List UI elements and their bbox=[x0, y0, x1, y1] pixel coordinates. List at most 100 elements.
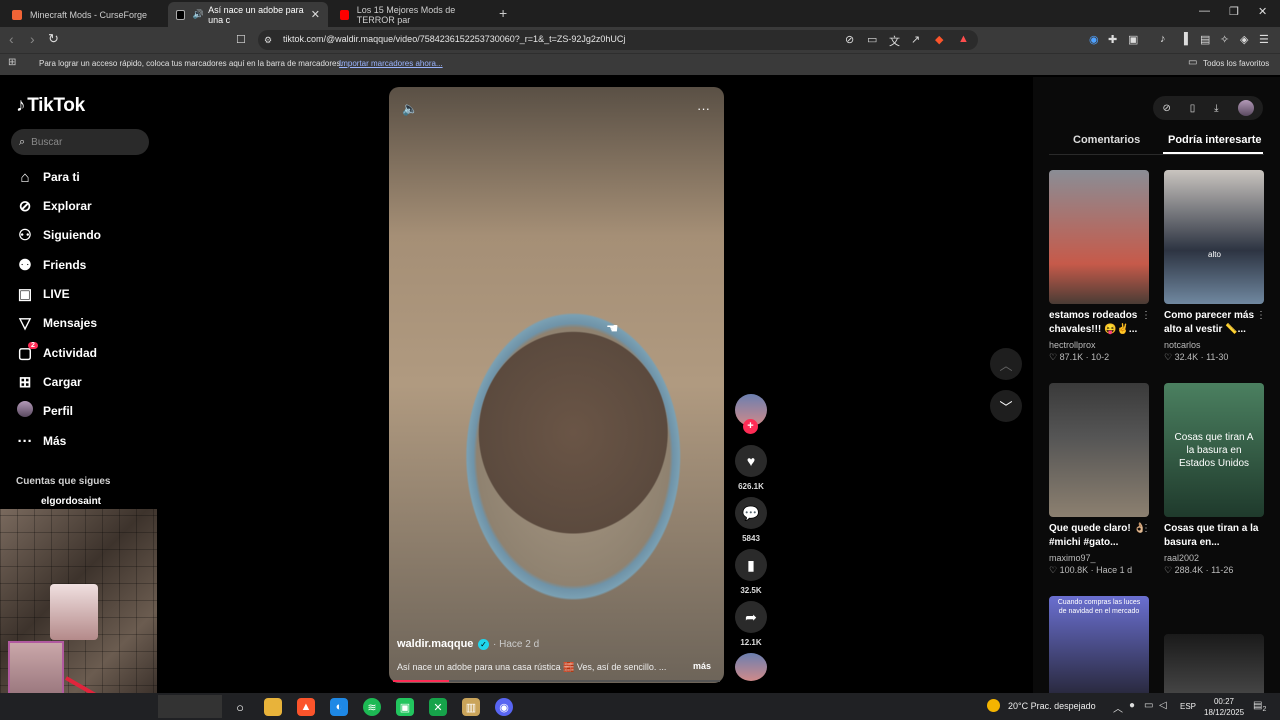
card-thumbnail[interactable]: Cuando compras las luces de navidad en e… bbox=[1049, 596, 1149, 693]
brave-browser-icon[interactable]: ▲ bbox=[297, 698, 315, 716]
sidebar-item-mensajes[interactable]: ▽ Mensajes bbox=[16, 312, 97, 334]
restore-icon[interactable]: ❐ bbox=[1229, 5, 1239, 18]
close-tab-icon[interactable]: ✕ bbox=[311, 8, 320, 21]
sidebar-item-label: Explorar bbox=[43, 199, 92, 213]
weather-text[interactable]: 20°C Prac. despejado bbox=[1008, 701, 1096, 711]
back-icon[interactable]: ‹ bbox=[9, 31, 14, 47]
sidebar-item-friends[interactable]: ⚉ Friends bbox=[16, 254, 86, 276]
sidebar-item-explorar[interactable]: ⊘ Explorar bbox=[16, 195, 92, 217]
card-user[interactable]: raal2002 bbox=[1164, 553, 1264, 563]
sidebar-item-actividad[interactable]: ▢ 2 Actividad bbox=[16, 342, 97, 364]
suggested-video-card[interactable]: Cosas que tiran A la basura en Estados U… bbox=[1164, 383, 1264, 576]
tab-youtube[interactable]: Los 15 Mejores Mods de TERROR par bbox=[332, 2, 492, 27]
file-explorer-icon[interactable] bbox=[264, 698, 282, 716]
screenshot-icon[interactable]: ▣ bbox=[1128, 33, 1138, 46]
sidebar-item-para-ti[interactable]: ⌂ Para ti bbox=[16, 166, 79, 188]
suggested-video-card[interactable]: Que quede claro! 👌🏼 #michi #gato... maxi… bbox=[1049, 383, 1151, 576]
vpn-icon[interactable]: ◈ bbox=[1240, 33, 1248, 46]
previous-video-button[interactable]: ︿ bbox=[990, 348, 1022, 380]
share-icon[interactable]: ↗ bbox=[911, 33, 920, 46]
volume-icon[interactable]: ◁ bbox=[1159, 700, 1167, 711]
notification-icon[interactable]: ▤2 bbox=[1253, 700, 1266, 713]
bookmark-icon: ▮ bbox=[747, 556, 755, 573]
apps-grid-icon[interactable]: ⊞ bbox=[8, 57, 16, 68]
app-icon[interactable]: ▣ bbox=[396, 698, 414, 716]
comment-button[interactable]: 💬 bbox=[735, 497, 767, 529]
sidebar-item-live[interactable]: ▣ LIVE bbox=[16, 283, 70, 305]
brave-rewards-icon[interactable]: ▲ bbox=[958, 33, 969, 45]
save-button[interactable]: ▮ bbox=[735, 549, 767, 581]
extensions-icon[interactable]: ✚ bbox=[1108, 33, 1117, 46]
video-player[interactable] bbox=[389, 87, 724, 683]
bookmark-icon[interactable]: ☐ bbox=[236, 33, 246, 46]
sidebar-icon[interactable]: ▐ bbox=[1180, 33, 1188, 45]
tab-comentarios[interactable]: Comentarios bbox=[1073, 134, 1140, 146]
task-view-icon[interactable]: ○ bbox=[231, 698, 249, 716]
user-avatar[interactable] bbox=[1237, 100, 1254, 116]
translate-icon[interactable]: 文 bbox=[889, 33, 900, 49]
card-user[interactable]: notcarlos bbox=[1164, 340, 1264, 350]
music-icon[interactable]: ♪ bbox=[1160, 33, 1166, 45]
phone-icon[interactable]: ▯ bbox=[1190, 103, 1196, 114]
cast-icon[interactable]: ▭ bbox=[867, 33, 877, 46]
tiktok-logo[interactable]: ♪ TikTok bbox=[16, 95, 85, 117]
caption-more-link[interactable]: más bbox=[693, 661, 711, 671]
tab-curseforge[interactable]: Minecraft Mods - CurseForge bbox=[4, 2, 164, 27]
share-button[interactable]: ➦ bbox=[735, 601, 767, 633]
brave-shield-icon[interactable]: ◆ bbox=[935, 33, 943, 46]
clock[interactable]: 00:27 18/12/2025 bbox=[1204, 696, 1244, 718]
app-icon[interactable]: ◐ bbox=[330, 698, 348, 716]
site-info-icon[interactable]: ⚙ bbox=[264, 35, 272, 46]
card-more-icon[interactable]: ⋮ bbox=[1141, 523, 1151, 534]
suggested-video-card[interactable]: estamos rodeados chavales!!! 😝✌️... hect… bbox=[1049, 170, 1151, 363]
chevron-up-icon: ︿ bbox=[999, 357, 1013, 373]
volume-icon[interactable]: 🔈 bbox=[402, 101, 418, 117]
chevron-up-icon[interactable]: ︿ bbox=[1113, 700, 1123, 715]
follow-plus-icon[interactable]: + bbox=[743, 419, 758, 434]
download-icon[interactable]: ⤓ bbox=[1214, 103, 1218, 114]
forward-icon[interactable]: › bbox=[30, 31, 35, 47]
search-input[interactable]: ⌕ Buscar bbox=[11, 129, 149, 155]
app-icon[interactable]: ✕ bbox=[429, 698, 447, 716]
url-text[interactable]: tiktok.com/@waldir.maqque/video/75842361… bbox=[283, 34, 625, 44]
tab-podria-interesarte[interactable]: Podría interesarte bbox=[1168, 134, 1262, 146]
wallet-icon[interactable]: ▤ bbox=[1200, 33, 1210, 46]
music-disc[interactable] bbox=[735, 653, 767, 681]
app-icon[interactable]: ▥ bbox=[462, 698, 480, 716]
sidebar-item-mas[interactable]: ··· Más bbox=[16, 430, 67, 452]
microphone-icon[interactable]: ● bbox=[1129, 700, 1135, 711]
no-tracking-icon[interactable]: ⊘ bbox=[845, 33, 854, 46]
new-tab-icon[interactable]: + bbox=[499, 5, 507, 21]
close-window-icon[interactable]: ✕ bbox=[1258, 5, 1267, 18]
compass-icon[interactable]: ⊘ bbox=[1162, 103, 1170, 114]
following-icon: ⚇ bbox=[18, 227, 32, 244]
card-more-icon[interactable]: ⋮ bbox=[1141, 310, 1151, 321]
reload-icon[interactable]: ↻ bbox=[48, 31, 59, 47]
menu-icon[interactable]: ☰ bbox=[1259, 33, 1269, 46]
home-icon: ⌂ bbox=[20, 168, 30, 186]
like-button[interactable]: ♥ bbox=[735, 445, 767, 477]
import-bookmarks-link[interactable]: Importar marcadores ahora... bbox=[339, 59, 443, 68]
taskbar-search[interactable] bbox=[158, 695, 222, 718]
video-author[interactable]: waldir.maqque bbox=[397, 638, 473, 650]
language-indicator[interactable]: ESP bbox=[1180, 702, 1196, 711]
card-more-icon[interactable]: ⋮ bbox=[1256, 310, 1266, 321]
suggested-video-card[interactable]: alto Como parecer más alto al vestir 📏..… bbox=[1164, 170, 1266, 363]
discord-icon[interactable]: ◉ bbox=[495, 698, 513, 716]
following-account-name[interactable]: elgordosaint bbox=[41, 496, 101, 507]
wifi-icon[interactable]: ◉ bbox=[1089, 33, 1099, 46]
minimize-icon[interactable]: — bbox=[1199, 5, 1210, 17]
tab-tiktok-active[interactable]: 🔊 Así nace un adobe para una c ✕ bbox=[168, 2, 328, 27]
next-video-button[interactable]: ﹀ bbox=[990, 390, 1022, 422]
card-user[interactable]: hectrollprox bbox=[1049, 340, 1149, 350]
card-thumbnail[interactable] bbox=[1164, 634, 1264, 693]
card-user[interactable]: maximo97_ bbox=[1049, 553, 1149, 563]
network-icon[interactable]: ▭ bbox=[1144, 700, 1153, 711]
sidebar-item-siguiendo[interactable]: ⚇ Siguiendo bbox=[16, 224, 101, 246]
spotify-icon[interactable]: ≋ bbox=[363, 698, 381, 716]
more-options-icon[interactable]: ··· bbox=[697, 101, 710, 116]
all-favorites[interactable]: Todos los favoritos bbox=[1203, 59, 1269, 68]
leo-ai-icon[interactable]: ✧ bbox=[1220, 33, 1229, 46]
sidebar-item-cargar[interactable]: ⊞ Cargar bbox=[16, 371, 82, 393]
sidebar-item-perfil[interactable]: Perfil bbox=[16, 400, 73, 422]
